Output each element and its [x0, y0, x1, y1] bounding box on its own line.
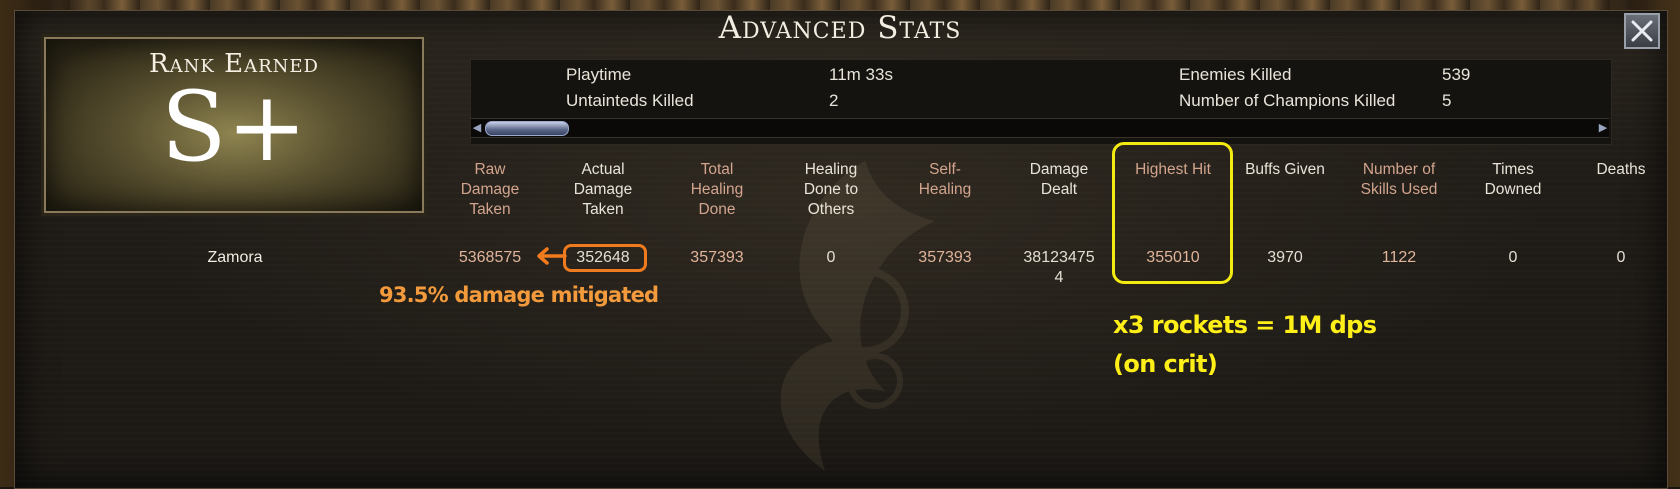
column-header-total-healing-done: Total Healing Done [690, 161, 744, 218]
column-header-times-downed: Times Downed [1484, 161, 1542, 198]
damage-dealt-value: 38123475 4 [1023, 249, 1095, 286]
skills-used-value: 1122 [1381, 249, 1417, 266]
enemies-label: Enemies Killed [1179, 65, 1292, 84]
healing-done-to-others-value: 0 [826, 249, 836, 266]
scroll-thumb[interactable] [485, 121, 569, 136]
horizontal-scrollbar[interactable]: ◀ ▶ [471, 118, 1609, 138]
scroll-left-icon[interactable]: ◀ [471, 121, 483, 135]
close-icon [1631, 20, 1653, 42]
playtime-value: 11m 33s [829, 65, 893, 84]
column-header-healing-done-to-others: Healing Done to Others [803, 161, 859, 218]
scroll-right-icon[interactable]: ▶ [1597, 121, 1609, 135]
rockets-annotation: x3 rockets = 1M dps (on crit) [1113, 311, 1377, 378]
column-header-self-healing: Self- Healing [918, 161, 972, 198]
deaths-value: 0 [1616, 249, 1626, 266]
column-header-damage-dealt: Damage Dealt [1029, 161, 1089, 198]
champions-value: 5 [1442, 91, 1452, 110]
column-header-buffs-given: Buffs Given [1245, 161, 1325, 178]
rank-value: S+ [160, 71, 308, 183]
player-name: Zamora [207, 249, 263, 266]
enemies-value: 539 [1442, 65, 1471, 84]
column-header-actual-damage-taken: Actual Damage Taken [573, 161, 633, 218]
column-header-raw-damage-taken: Raw Damage Taken [460, 161, 520, 218]
arrow-left-icon [537, 247, 567, 265]
playtime-label: Playtime [566, 65, 632, 84]
total-healing-done-value: 357393 [690, 249, 744, 266]
actual-damage-highlight [563, 244, 647, 272]
untainteds-value: 2 [829, 91, 839, 110]
highest-hit-highlight [1112, 142, 1233, 284]
column-header-skills-used: Number of Skills Used [1360, 161, 1438, 198]
untainteds-label: Untainteds Killed [566, 91, 694, 110]
buffs-given-value: 3970 [1267, 249, 1303, 266]
close-button[interactable] [1624, 13, 1660, 49]
rank-earned-panel: Rank Earned S+ [44, 37, 424, 213]
column-header-deaths: Deaths [1596, 161, 1646, 178]
self-healing-value: 357393 [918, 249, 972, 266]
champions-label: Number of Champions Killed [1179, 91, 1396, 110]
times-downed-value: 0 [1508, 249, 1518, 266]
damage-mitigated-annotation: 93.5% damage mitigated [379, 283, 659, 307]
